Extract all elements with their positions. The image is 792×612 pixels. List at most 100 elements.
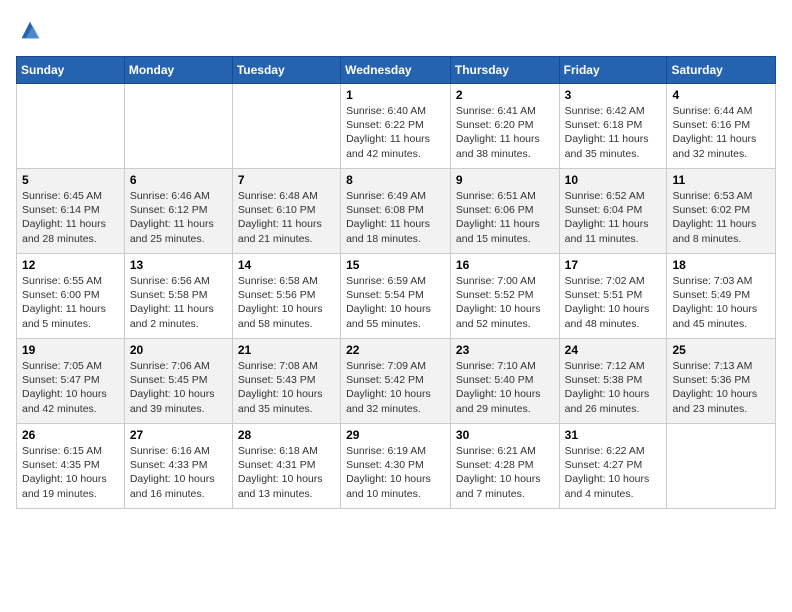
day-info: Sunrise: 6:15 AM Sunset: 4:35 PM Dayligh… xyxy=(22,444,119,501)
calendar-cell: 30Sunrise: 6:21 AM Sunset: 4:28 PM Dayli… xyxy=(450,424,559,509)
calendar-cell: 21 Sunrise: 7:08 AM Sunset: 5:43 PM Dayli… xyxy=(232,339,340,424)
day-info: Sunrise: 6:58 AM Sunset: 5:56 PM Dayligh… xyxy=(238,274,335,331)
calendar-cell: 2 Sunrise: 6:41 AM Sunset: 6:20 PM Daylig… xyxy=(450,84,559,169)
calendar-cell: 11 Sunrise: 6:53 AM Sunset: 6:02 PM Dayli… xyxy=(667,169,776,254)
calendar-cell: 3Sunrise: 6:42 AM Sunset: 6:18 PM Daylig… xyxy=(559,84,667,169)
day-info: Sunrise: 6:46 AM Sunset: 6:12 PM Dayligh… xyxy=(130,189,227,246)
calendar-header-row: SundayMondayTuesdayWednesdayThursdayFrid… xyxy=(17,57,776,84)
calendar-cell: 25 Sunrise: 7:13 AM Sunset: 5:36 PM Dayli… xyxy=(667,339,776,424)
calendar-cell: 1 Sunrise: 6:40 AM Sunset: 6:22 PM Daylig… xyxy=(341,84,451,169)
calendar-cell: 20Sunrise: 7:06 AM Sunset: 5:45 PM Dayli… xyxy=(124,339,232,424)
header-saturday: Saturday xyxy=(667,57,776,84)
day-number: 7 xyxy=(238,173,335,187)
day-info: Sunrise: 6:16 AM Sunset: 4:33 PM Dayligh… xyxy=(130,444,227,501)
day-number: 23 xyxy=(456,343,554,357)
day-info: Sunrise: 7:06 AM Sunset: 5:45 PM Dayligh… xyxy=(130,359,227,416)
day-info: Sunrise: 7:08 AM Sunset: 5:43 PM Dayligh… xyxy=(238,359,335,416)
calendar-cell: 23 Sunrise: 7:10 AM Sunset: 5:40 PM Dayli… xyxy=(450,339,559,424)
day-info: Sunrise: 6:41 AM Sunset: 6:20 PM Dayligh… xyxy=(456,104,554,161)
day-info: Sunrise: 6:40 AM Sunset: 6:22 PM Dayligh… xyxy=(346,104,445,161)
day-number: 26 xyxy=(22,428,119,442)
day-number: 14 xyxy=(238,258,335,272)
calendar-week-4: 19 Sunrise: 7:05 AM Sunset: 5:47 PM Dayli… xyxy=(17,339,776,424)
calendar-cell: 10 Sunrise: 6:52 AM Sunset: 6:04 PM Dayli… xyxy=(559,169,667,254)
day-info: Sunrise: 6:21 AM Sunset: 4:28 PM Dayligh… xyxy=(456,444,554,501)
calendar-week-1: 1 Sunrise: 6:40 AM Sunset: 6:22 PM Daylig… xyxy=(17,84,776,169)
day-number: 1 xyxy=(346,88,445,102)
calendar-cell: 14 Sunrise: 6:58 AM Sunset: 5:56 PM Dayli… xyxy=(232,254,340,339)
day-info: Sunrise: 6:55 AM Sunset: 6:00 PM Dayligh… xyxy=(22,274,119,331)
calendar-cell: 5Sunrise: 6:45 AM Sunset: 6:14 PM Daylig… xyxy=(17,169,125,254)
day-number: 31 xyxy=(565,428,662,442)
calendar-cell: 17Sunrise: 7:02 AM Sunset: 5:51 PM Dayli… xyxy=(559,254,667,339)
header-thursday: Thursday xyxy=(450,57,559,84)
day-info: Sunrise: 6:49 AM Sunset: 6:08 PM Dayligh… xyxy=(346,189,445,246)
page-header xyxy=(16,16,776,44)
calendar-cell: 26 Sunrise: 6:15 AM Sunset: 4:35 PM Dayli… xyxy=(17,424,125,509)
day-number: 9 xyxy=(456,173,554,187)
day-number: 11 xyxy=(672,173,770,187)
day-info: Sunrise: 7:09 AM Sunset: 5:42 PM Dayligh… xyxy=(346,359,445,416)
calendar-cell: 22 Sunrise: 7:09 AM Sunset: 5:42 PM Dayli… xyxy=(341,339,451,424)
day-info: Sunrise: 7:05 AM Sunset: 5:47 PM Dayligh… xyxy=(22,359,119,416)
day-number: 25 xyxy=(672,343,770,357)
day-number: 6 xyxy=(130,173,227,187)
day-info: Sunrise: 7:02 AM Sunset: 5:51 PM Dayligh… xyxy=(565,274,662,331)
logo-icon xyxy=(16,16,44,44)
day-number: 10 xyxy=(565,173,662,187)
day-number: 21 xyxy=(238,343,335,357)
calendar-cell: 8 Sunrise: 6:49 AM Sunset: 6:08 PM Daylig… xyxy=(341,169,451,254)
calendar-week-3: 12 Sunrise: 6:55 AM Sunset: 6:00 PM Dayli… xyxy=(17,254,776,339)
calendar-cell: 12 Sunrise: 6:55 AM Sunset: 6:00 PM Dayli… xyxy=(17,254,125,339)
calendar-cell: 18 Sunrise: 7:03 AM Sunset: 5:49 PM Dayli… xyxy=(667,254,776,339)
day-info: Sunrise: 7:03 AM Sunset: 5:49 PM Dayligh… xyxy=(672,274,770,331)
day-info: Sunrise: 6:22 AM Sunset: 4:27 PM Dayligh… xyxy=(565,444,662,501)
calendar-week-5: 26 Sunrise: 6:15 AM Sunset: 4:35 PM Dayli… xyxy=(17,424,776,509)
header-friday: Friday xyxy=(559,57,667,84)
calendar-week-2: 5Sunrise: 6:45 AM Sunset: 6:14 PM Daylig… xyxy=(17,169,776,254)
calendar-cell xyxy=(17,84,125,169)
day-number: 4 xyxy=(672,88,770,102)
day-info: Sunrise: 7:13 AM Sunset: 5:36 PM Dayligh… xyxy=(672,359,770,416)
header-sunday: Sunday xyxy=(17,57,125,84)
day-info: Sunrise: 6:51 AM Sunset: 6:06 PM Dayligh… xyxy=(456,189,554,246)
calendar-cell: 31 Sunrise: 6:22 AM Sunset: 4:27 PM Dayli… xyxy=(559,424,667,509)
day-number: 28 xyxy=(238,428,335,442)
calendar-cell: 9 Sunrise: 6:51 AM Sunset: 6:06 PM Daylig… xyxy=(450,169,559,254)
day-info: Sunrise: 6:48 AM Sunset: 6:10 PM Dayligh… xyxy=(238,189,335,246)
day-number: 27 xyxy=(130,428,227,442)
day-number: 3 xyxy=(565,88,662,102)
calendar-table: SundayMondayTuesdayWednesdayThursdayFrid… xyxy=(16,56,776,509)
calendar-cell: 13 Sunrise: 6:56 AM Sunset: 5:58 PM Dayli… xyxy=(124,254,232,339)
day-info: Sunrise: 6:59 AM Sunset: 5:54 PM Dayligh… xyxy=(346,274,445,331)
calendar-cell xyxy=(667,424,776,509)
day-number: 12 xyxy=(22,258,119,272)
day-number: 13 xyxy=(130,258,227,272)
calendar-cell: 7 Sunrise: 6:48 AM Sunset: 6:10 PM Daylig… xyxy=(232,169,340,254)
day-info: Sunrise: 6:45 AM Sunset: 6:14 PM Dayligh… xyxy=(22,189,119,246)
header-wednesday: Wednesday xyxy=(341,57,451,84)
header-tuesday: Tuesday xyxy=(232,57,340,84)
day-number: 19 xyxy=(22,343,119,357)
calendar-cell: 28Sunrise: 6:18 AM Sunset: 4:31 PM Dayli… xyxy=(232,424,340,509)
calendar-cell: 16 Sunrise: 7:00 AM Sunset: 5:52 PM Dayli… xyxy=(450,254,559,339)
day-info: Sunrise: 7:10 AM Sunset: 5:40 PM Dayligh… xyxy=(456,359,554,416)
day-number: 8 xyxy=(346,173,445,187)
header-monday: Monday xyxy=(124,57,232,84)
day-info: Sunrise: 6:53 AM Sunset: 6:02 PM Dayligh… xyxy=(672,189,770,246)
day-info: Sunrise: 6:52 AM Sunset: 6:04 PM Dayligh… xyxy=(565,189,662,246)
day-number: 24 xyxy=(565,343,662,357)
day-number: 22 xyxy=(346,343,445,357)
day-number: 16 xyxy=(456,258,554,272)
day-number: 15 xyxy=(346,258,445,272)
day-info: Sunrise: 6:44 AM Sunset: 6:16 PM Dayligh… xyxy=(672,104,770,161)
day-number: 29 xyxy=(346,428,445,442)
day-info: Sunrise: 6:56 AM Sunset: 5:58 PM Dayligh… xyxy=(130,274,227,331)
day-info: Sunrise: 7:00 AM Sunset: 5:52 PM Dayligh… xyxy=(456,274,554,331)
calendar-cell xyxy=(124,84,232,169)
day-number: 2 xyxy=(456,88,554,102)
calendar-cell: 24Sunrise: 7:12 AM Sunset: 5:38 PM Dayli… xyxy=(559,339,667,424)
day-info: Sunrise: 6:19 AM Sunset: 4:30 PM Dayligh… xyxy=(346,444,445,501)
day-number: 18 xyxy=(672,258,770,272)
calendar-cell xyxy=(232,84,340,169)
